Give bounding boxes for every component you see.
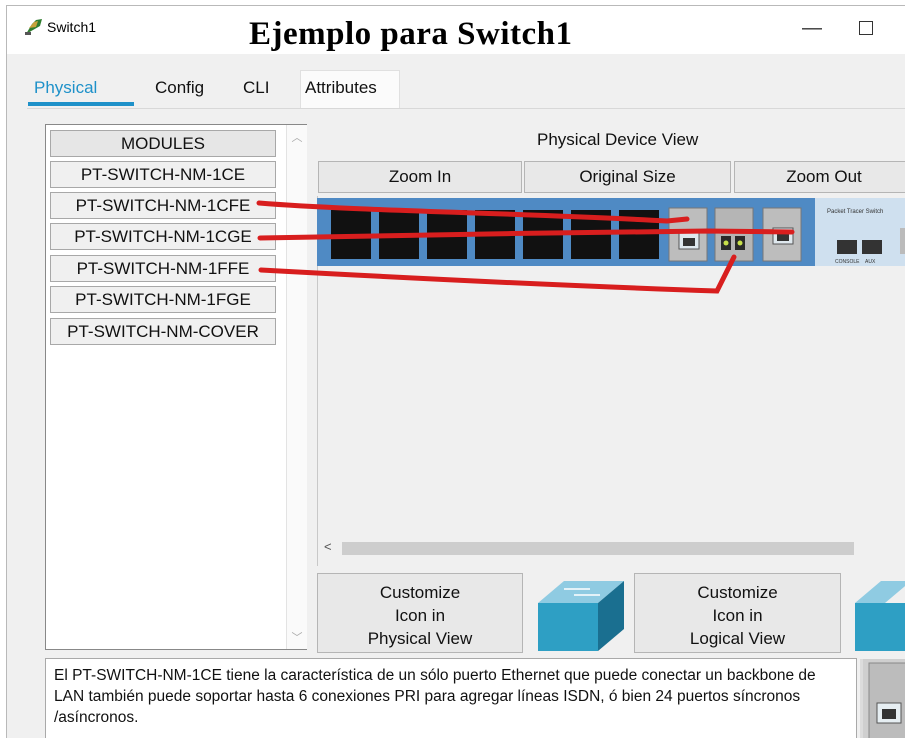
device-view-scrollbar[interactable]: < — [320, 538, 905, 560]
module-description: El PT-SWITCH-NM-1CE tiene la característ… — [45, 658, 857, 738]
customize-logical-line3: Logical View — [689, 629, 786, 648]
customize-logical-icon-button[interactable]: Customize Icon in Logical View — [634, 573, 841, 653]
module-thumbnail — [860, 659, 905, 738]
device-window: Switch1 Ejemplo para Switch1 — Physical … — [6, 5, 905, 738]
customize-physical-icon-button[interactable]: Customize Icon in Physical View — [317, 573, 523, 653]
scrollbar-thumb[interactable] — [342, 542, 854, 555]
customize-physical-line3: Physical View — [367, 629, 473, 648]
scroll-left-icon[interactable]: < — [324, 539, 332, 554]
customize-logical-line1: Customize — [697, 583, 778, 602]
switch-physical-icon — [538, 581, 624, 651]
customize-physical-line1: Customize — [379, 583, 461, 602]
switch-logical-icon — [855, 581, 905, 651]
customize-physical-line2: Icon in — [394, 606, 446, 625]
customize-logical-line2: Icon in — [712, 606, 763, 625]
